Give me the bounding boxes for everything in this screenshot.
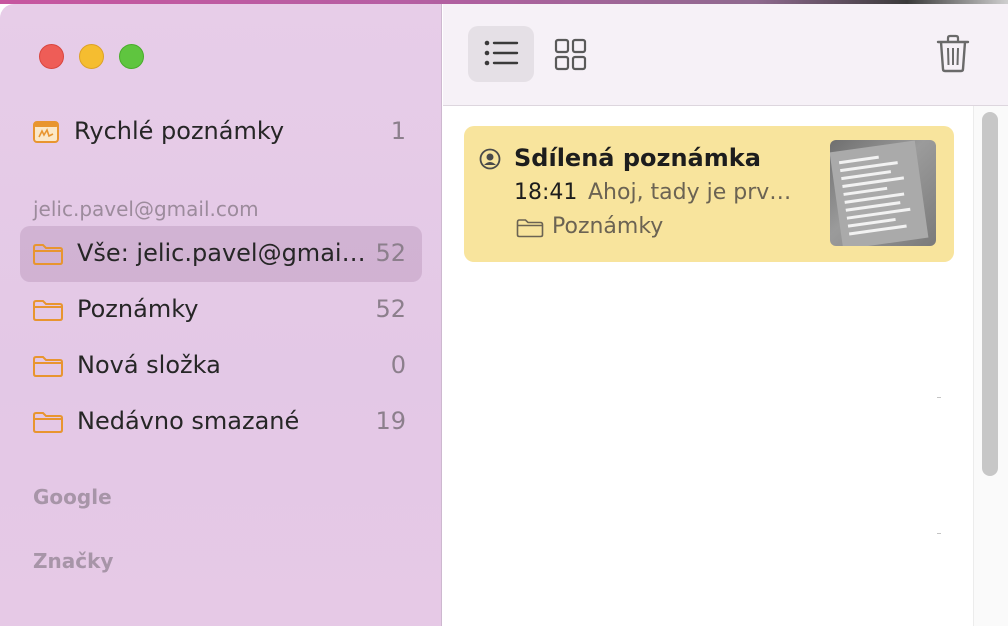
note-preview: Ahoj, tady je prv… (588, 180, 792, 205)
folder-icon (32, 410, 66, 434)
sidebar-item-count: 52 (375, 295, 406, 323)
folder-icon (32, 298, 66, 322)
zoom-window-button[interactable] (119, 44, 144, 69)
sidebar-item-new-folder[interactable]: Nová složka 0 (20, 338, 422, 394)
sidebar-item-count: 19 (375, 407, 406, 435)
sidebar-item-label: Poznámky (77, 295, 199, 323)
sidebar-item-count: 1 (390, 117, 406, 145)
gallery-view-icon (554, 38, 587, 71)
sidebar-item-notes[interactable]: Poznámky 52 (20, 282, 422, 338)
minimize-window-button[interactable] (79, 44, 104, 69)
folder-icon (32, 354, 66, 378)
note-title: Sdílená poznámka (514, 144, 761, 172)
gallery-view-button[interactable] (539, 26, 605, 82)
list-view-icon (484, 40, 519, 66)
sidebar-item-count: 52 (375, 239, 406, 267)
folder-icon (516, 218, 544, 242)
sidebar-item-quick-notes[interactable]: Rychlé poznámky 1 (20, 104, 422, 160)
google-section-header[interactable]: Google (33, 485, 112, 509)
sidebar-item-label: Vše: jelic.pavel@gmail.com (77, 239, 367, 267)
sidebar-item-label: Rychlé poznámky (74, 117, 285, 145)
note-folder-name: Poznámky (552, 214, 664, 239)
list-view-button[interactable] (468, 26, 534, 82)
tags-section-header[interactable]: Značky (33, 549, 113, 573)
note-list: Sdílená poznámka 18:41 Ahoj, tady je prv… (443, 106, 1008, 626)
note-list-item[interactable]: Sdílená poznámka 18:41 Ahoj, tady je prv… (464, 126, 954, 262)
toolbar (443, 4, 1008, 106)
quick-note-icon (32, 120, 66, 144)
sidebar-item-recently-deleted[interactable]: Nedávno smazané 19 (20, 394, 422, 450)
close-window-button[interactable] (39, 44, 64, 69)
divider-mark (937, 533, 941, 534)
sidebar-item-count: 0 (390, 351, 406, 379)
delete-note-button[interactable] (923, 26, 989, 82)
sidebar-item-all-account[interactable]: Vše: jelic.pavel@gmail.com 52 (20, 226, 422, 282)
sidebar-item-label: Nová složka (77, 351, 221, 379)
divider-mark (937, 397, 941, 398)
sidebar-item-label: Nedávno smazané (77, 407, 300, 435)
folder-icon (32, 242, 66, 266)
shared-person-icon (479, 148, 501, 174)
account-header: jelic.pavel@gmail.com (33, 197, 259, 221)
note-thumbnail (830, 140, 936, 246)
sidebar: Rychlé poznámky 1 jelic.pavel@gmail.com … (0, 4, 442, 626)
scrollbar-thumb[interactable] (982, 112, 998, 476)
note-time: 18:41 (514, 180, 578, 205)
trash-icon (936, 34, 970, 73)
